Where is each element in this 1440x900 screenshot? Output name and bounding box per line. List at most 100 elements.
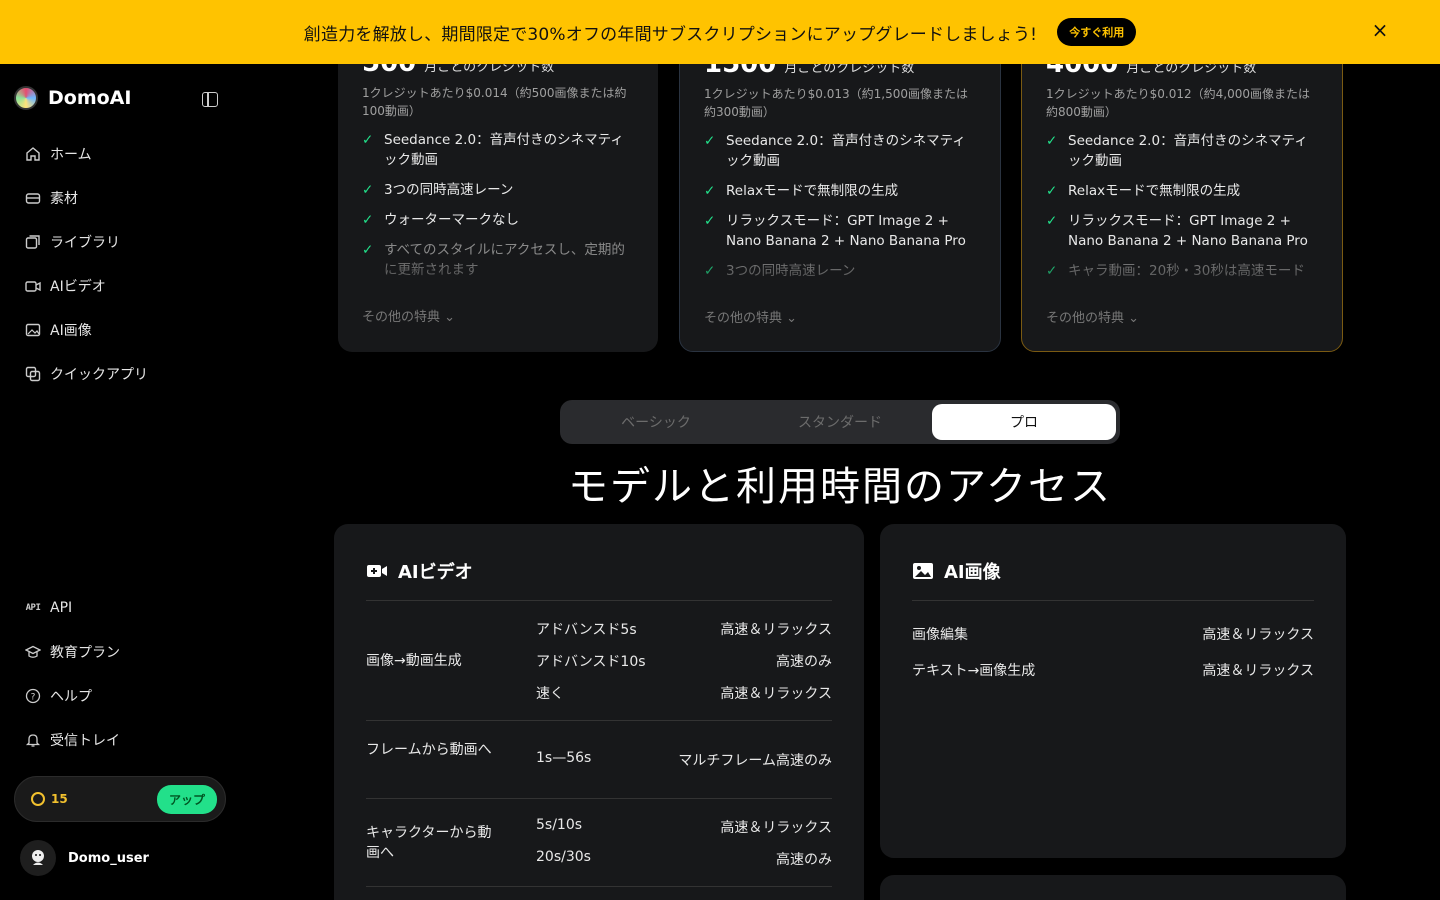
- credits-bar: 15 アップ: [14, 776, 226, 822]
- library-icon: [24, 233, 42, 251]
- plan-feature-text: 3つの同時高速レーン: [384, 182, 514, 198]
- table-row: 画像→動画生成 アドバンスド5s 高速＆リラックス アドバンスド10s 高速のみ 速く 高速…: [366, 601, 832, 721]
- sidebar-item-api[interactable]: API API: [16, 586, 226, 630]
- fade-overlay: [338, 252, 658, 302]
- sidebar-item-label: AIビデオ: [50, 279, 106, 295]
- promo-banner: 創造力を解放し、期間限定で30%オフの年間サブスクリプションにアップグレードしま…: [0, 0, 1440, 64]
- coin-icon: [31, 792, 45, 806]
- tier-toggle: ベーシック スタンダード プロ: [560, 400, 1120, 444]
- brand[interactable]: DomoAI: [14, 86, 131, 110]
- sidebar-item-label: クイックアプリ: [50, 367, 148, 383]
- video-camera-icon: [367, 565, 387, 577]
- ai-video-title: AIビデオ: [398, 562, 473, 583]
- image-icon: [24, 321, 42, 339]
- model-variant: 1s—56s: [536, 750, 592, 766]
- avatar: [20, 840, 56, 876]
- sidebar-item-bell[interactable]: 受信トレイ: [16, 718, 226, 762]
- sidebar-item-label: ヘルプ: [50, 689, 92, 705]
- sidebar-item-label: 受信トレイ: [50, 733, 120, 749]
- plan-feature: ✓ Seedance 2.0：音声付きのシネマティック動画: [362, 130, 634, 170]
- check-icon: ✓: [1046, 213, 1058, 229]
- mode-availability: 高速のみ: [776, 852, 832, 868]
- tier-tab[interactable]: スタンダード: [748, 404, 932, 440]
- plan-card: 500月ごとのクレジット数1クレジットあたり$0.014（約500画像または約1…: [338, 32, 658, 352]
- mode-availability: マルチフレーム高速のみ: [678, 753, 832, 769]
- mode-availability: 高速のみ: [776, 654, 832, 670]
- plan-feature-text: リラックスモード：GPT Image 2 + Nano Banana 2 + N…: [1068, 213, 1308, 249]
- check-icon: ✓: [362, 182, 374, 198]
- mode-availability: 高速＆リラックス: [720, 686, 832, 702]
- sidebar-toggle-icon[interactable]: [202, 92, 218, 107]
- divider: [912, 600, 1314, 601]
- feature-category: 画像→動画生成: [366, 653, 462, 669]
- section-title: モデルと利用時間のアクセス: [568, 464, 1112, 510]
- sidebar-item-help[interactable]: ? ヘルプ: [16, 674, 226, 718]
- sidebar-item-image[interactable]: AI画像: [16, 308, 226, 352]
- check-icon: ✓: [704, 183, 716, 199]
- model-variant: 速く: [536, 686, 564, 702]
- assets-icon: [24, 189, 42, 207]
- check-icon: ✓: [1046, 183, 1058, 199]
- sidebar-item-label: AI画像: [50, 323, 92, 339]
- mode-availability: 高速＆リラックス: [1202, 627, 1314, 643]
- user-profile[interactable]: Domo_user: [20, 840, 149, 876]
- sidebar-nav-secondary: API API 教育プラン? ヘルプ 受信トレイ: [16, 586, 226, 762]
- check-icon: ✓: [362, 212, 374, 228]
- sidebar-item-label: API: [50, 600, 73, 616]
- upgrade-button[interactable]: アップ: [156, 784, 217, 814]
- more-benefits-label: その他の特典: [362, 310, 441, 325]
- sidebar-item-video[interactable]: AIビデオ: [16, 264, 226, 308]
- feature-name: テキスト→画像生成: [912, 663, 1036, 679]
- sidebar-item-label: ホーム: [50, 147, 92, 163]
- ai-image-heading: AI画像: [912, 558, 1001, 584]
- help-icon: ?: [24, 687, 42, 705]
- plan-feature-text: ウォーターマークなし: [384, 212, 519, 228]
- check-icon: ✓: [1046, 133, 1058, 149]
- mode-availability: 高速＆リラックス: [720, 622, 832, 638]
- feature-category: キャラクターから動画へ: [366, 825, 492, 861]
- plan-feature: ✓ Seedance 2.0：音声付きのシネマティック動画: [1046, 131, 1318, 171]
- credit-rate: 1クレジットあたり$0.013（約1,500画像または約300動画）: [704, 87, 968, 119]
- chevron-down-icon: ⌄: [786, 311, 798, 326]
- plan-feature: ✓ リラックスモード：GPT Image 2 + Nano Banana 2 + …: [1046, 211, 1318, 251]
- sidebar-item-assets[interactable]: 素材: [16, 176, 226, 220]
- credit-rate: 1クレジットあたり$0.012（約4,000画像または約800動画）: [1046, 87, 1310, 119]
- logo-icon: [14, 86, 38, 110]
- more-benefits-button[interactable]: その他の特典 ⌄: [704, 307, 797, 326]
- use-now-button[interactable]: 今すぐ利用: [1057, 18, 1137, 46]
- feature-category: フレームから動画へ: [366, 742, 492, 758]
- check-icon: ✓: [362, 132, 374, 148]
- check-icon: ✓: [704, 133, 716, 149]
- plan-feature-text: Seedance 2.0：音声付きのシネマティック動画: [726, 133, 966, 169]
- quick-app-icon: [24, 365, 42, 383]
- username: Domo_user: [68, 850, 149, 866]
- sidebar-item-quick-app[interactable]: クイックアプリ: [16, 352, 226, 396]
- sidebar-item-library[interactable]: ライブラリ: [16, 220, 226, 264]
- feature-name: 画像編集: [912, 627, 968, 643]
- model-variant: アドバンスド5s: [536, 622, 637, 638]
- plan-feature-text: Seedance 2.0：音声付きのシネマティック動画: [1068, 133, 1308, 169]
- additional-panel: [880, 875, 1346, 900]
- more-benefits-button[interactable]: その他の特典 ⌄: [1046, 307, 1139, 326]
- education-icon: [24, 643, 42, 661]
- model-variant: 20s/30s: [536, 849, 591, 865]
- user-avatar-icon: [32, 850, 44, 865]
- tier-tab[interactable]: ベーシック: [564, 404, 748, 440]
- tier-tab[interactable]: プロ: [932, 404, 1116, 440]
- image-icon: [913, 563, 933, 579]
- bell-icon: [24, 731, 42, 749]
- sidebar-item-education[interactable]: 教育プラン: [16, 630, 226, 674]
- plan-feature: ✓ Seedance 2.0：音声付きのシネマティック動画: [704, 131, 976, 171]
- model-variant: アドバンスド10s: [536, 654, 646, 670]
- plan-feature: ✓ Relaxモードで無制限の生成: [704, 181, 976, 201]
- sidebar-item-label: 教育プラン: [50, 645, 120, 661]
- fade-overlay: [1022, 253, 1342, 303]
- more-benefits-button[interactable]: その他の特典 ⌄: [362, 306, 455, 325]
- sidebar-item-home[interactable]: ホーム: [16, 132, 226, 176]
- table-row: 画像編集 高速＆リラックス: [912, 624, 1314, 644]
- table-row: テキスト→画像生成 高速＆リラックス: [912, 660, 1314, 680]
- plan-feature: ✓ ウォーターマークなし: [362, 210, 634, 230]
- more-benefits-label: その他の特典: [1046, 311, 1125, 326]
- close-icon[interactable]: ×: [1368, 18, 1392, 42]
- credit-rate: 1クレジットあたり$0.014（約500画像または約100動画）: [362, 86, 627, 118]
